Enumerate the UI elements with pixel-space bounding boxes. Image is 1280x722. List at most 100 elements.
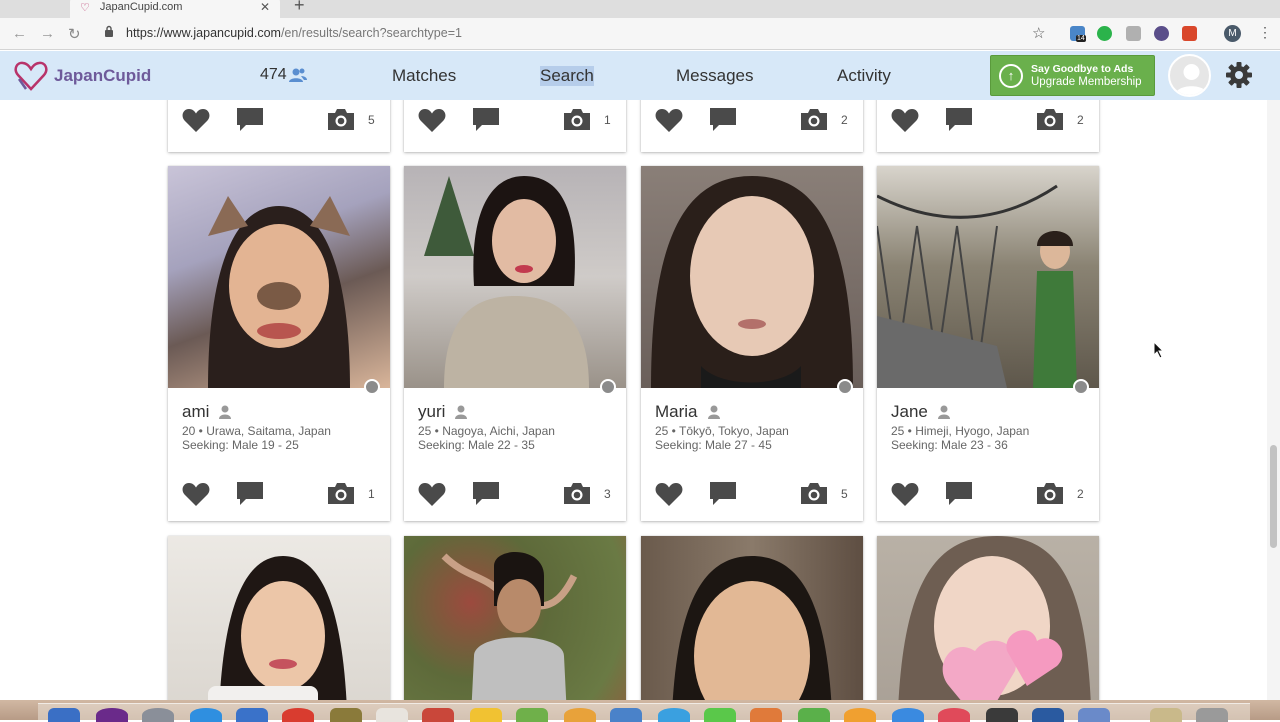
online-status-dot — [837, 379, 853, 395]
new-tab-icon[interactable]: + — [294, 0, 305, 16]
bookmark-star-icon[interactable]: ☆ — [1032, 24, 1045, 42]
profile-avatar-icon[interactable]: M — [1224, 25, 1241, 42]
profile-seeking: Seeking: Male 23 - 36 — [891, 438, 1008, 452]
extension-k-icon[interactable] — [1126, 26, 1141, 41]
like-heart-icon[interactable] — [655, 108, 683, 133]
site-header: JapanCupid 474 Matches Search Messages A… — [0, 51, 1280, 100]
online-count[interactable]: 474 — [260, 66, 307, 84]
photo-portrait — [441, 552, 578, 700]
profile-card-partial[interactable]: 2 — [641, 100, 863, 152]
camera-icon[interactable] — [800, 108, 828, 131]
message-bubble-icon[interactable] — [236, 107, 264, 133]
profile-photo[interactable] — [168, 536, 390, 700]
site-logo[interactable]: JapanCupid — [14, 60, 151, 92]
message-bubble-icon[interactable] — [709, 481, 737, 507]
menu-kebab-icon[interactable]: ⋮ — [1258, 24, 1272, 41]
extension-circle-icon[interactable] — [1154, 26, 1169, 41]
card-actions: 2 — [641, 104, 863, 144]
page-scrollbar[interactable] — [1267, 100, 1280, 700]
like-heart-icon[interactable] — [655, 482, 683, 507]
user-avatar[interactable] — [1168, 54, 1211, 97]
extension-badge: 14 — [1076, 35, 1086, 42]
upgrade-button[interactable]: ↑ Say Goodbye to Ads Upgrade Membership — [990, 55, 1155, 96]
profile-card-partial[interactable]: 5 — [168, 100, 390, 152]
photo-portrait — [672, 556, 832, 700]
like-heart-icon[interactable] — [891, 108, 919, 133]
photo-portrait — [898, 536, 1091, 700]
like-heart-icon[interactable] — [182, 108, 210, 133]
settings-gear-icon[interactable] — [1225, 61, 1253, 89]
message-bubble-icon[interactable] — [709, 107, 737, 133]
tab-title: JapanCupid.com — [99, 1, 183, 13]
like-heart-icon[interactable] — [418, 482, 446, 507]
close-tab-icon[interactable]: ✕ — [260, 0, 270, 14]
profile-card[interactable]: Jane 25 • Himeji, Hyogo, Japan Seeking: … — [877, 166, 1099, 521]
nav-matches[interactable]: Matches — [392, 66, 456, 86]
online-count-value: 474 — [260, 66, 287, 83]
profile-name[interactable]: Jane — [891, 402, 928, 422]
camera-icon[interactable] — [800, 482, 828, 505]
like-heart-icon[interactable] — [418, 108, 446, 133]
profile-card-partial[interactable] — [641, 536, 863, 700]
camera-icon[interactable] — [1036, 482, 1064, 505]
like-heart-icon[interactable] — [891, 482, 919, 507]
profile-card[interactable]: yuri 25 • Nagoya, Aichi, Japan Seeking: … — [404, 166, 626, 521]
profile-details: 25 • Himeji, Hyogo, Japan — [891, 424, 1030, 438]
profile-details: 25 • Tōkyō, Tokyo, Japan — [655, 424, 789, 438]
profile-card-partial[interactable]: 2 — [877, 100, 1099, 152]
card-actions: 3 — [404, 478, 626, 518]
reload-icon[interactable]: ↻ — [68, 25, 81, 43]
profile-card[interactable]: Maria 25 • Tōkyō, Tokyo, Japan Seeking: … — [641, 166, 863, 521]
profile-card-partial[interactable] — [877, 536, 1099, 700]
camera-icon[interactable] — [327, 482, 355, 505]
url-input[interactable]: https://www.japancupid.com/en/results/se… — [126, 26, 462, 40]
profile-seeking: Seeking: Male 22 - 35 — [418, 438, 535, 452]
url-host: https://www.japancupid.com — [126, 26, 281, 40]
logo-text: JapanCupid — [54, 66, 152, 85]
nav-search[interactable]: Search — [540, 66, 594, 86]
back-icon[interactable]: ← — [12, 25, 27, 42]
photo-count: 1 — [368, 487, 375, 501]
upgrade-line2: Upgrade Membership — [1031, 75, 1142, 88]
person-icon — [937, 405, 950, 419]
photo-count: 2 — [1077, 487, 1084, 501]
message-bubble-icon[interactable] — [945, 107, 973, 133]
profile-photo[interactable] — [168, 166, 390, 388]
search-results: 5 1 2 2 ami 20 • Urawa, Saitama, Japan S… — [0, 100, 1280, 700]
camera-icon[interactable] — [1036, 108, 1064, 131]
like-heart-icon[interactable] — [182, 482, 210, 507]
profile-card-partial[interactable]: 1 — [404, 100, 626, 152]
camera-icon[interactable] — [327, 108, 355, 131]
profile-photo[interactable] — [641, 166, 863, 388]
message-bubble-icon[interactable] — [472, 481, 500, 507]
browser-tab[interactable]: ♡ JapanCupid.com ✕ — [70, 0, 280, 18]
grammarly-icon[interactable] — [1097, 26, 1112, 41]
profile-photo[interactable] — [404, 536, 626, 700]
photo-portrait — [424, 176, 589, 388]
profile-name[interactable]: ami — [182, 402, 209, 422]
profile-photo[interactable] — [641, 536, 863, 700]
forward-icon[interactable]: → — [40, 25, 55, 42]
profile-card-partial[interactable] — [404, 536, 626, 700]
message-bubble-icon[interactable] — [236, 481, 264, 507]
profile-details: 25 • Nagoya, Aichi, Japan — [418, 424, 555, 438]
message-bubble-icon[interactable] — [472, 107, 500, 133]
message-bubble-icon[interactable] — [945, 481, 973, 507]
profile-card-partial[interactable] — [168, 536, 390, 700]
camera-icon[interactable] — [563, 482, 591, 505]
extension-red-icon[interactable] — [1182, 26, 1197, 41]
nav-messages[interactable]: Messages — [676, 66, 753, 86]
photo-count: 5 — [841, 487, 848, 501]
address-bar: ← → ↻ https://www.japancupid.com/en/resu… — [0, 18, 1280, 50]
profile-photo[interactable] — [877, 536, 1099, 700]
profile-photo[interactable] — [877, 166, 1099, 388]
scrollbar-thumb[interactable] — [1270, 445, 1277, 548]
profile-name[interactable]: yuri — [418, 402, 445, 422]
nav-activity[interactable]: Activity — [837, 66, 891, 86]
profile-card[interactable]: ami 20 • Urawa, Saitama, Japan Seeking: … — [168, 166, 390, 521]
profile-name[interactable]: Maria — [655, 402, 698, 422]
url-path: /en/results/search?searchtype=1 — [280, 26, 462, 40]
profile-photo[interactable] — [404, 166, 626, 388]
camera-icon[interactable] — [563, 108, 591, 131]
online-status-dot — [364, 379, 380, 395]
